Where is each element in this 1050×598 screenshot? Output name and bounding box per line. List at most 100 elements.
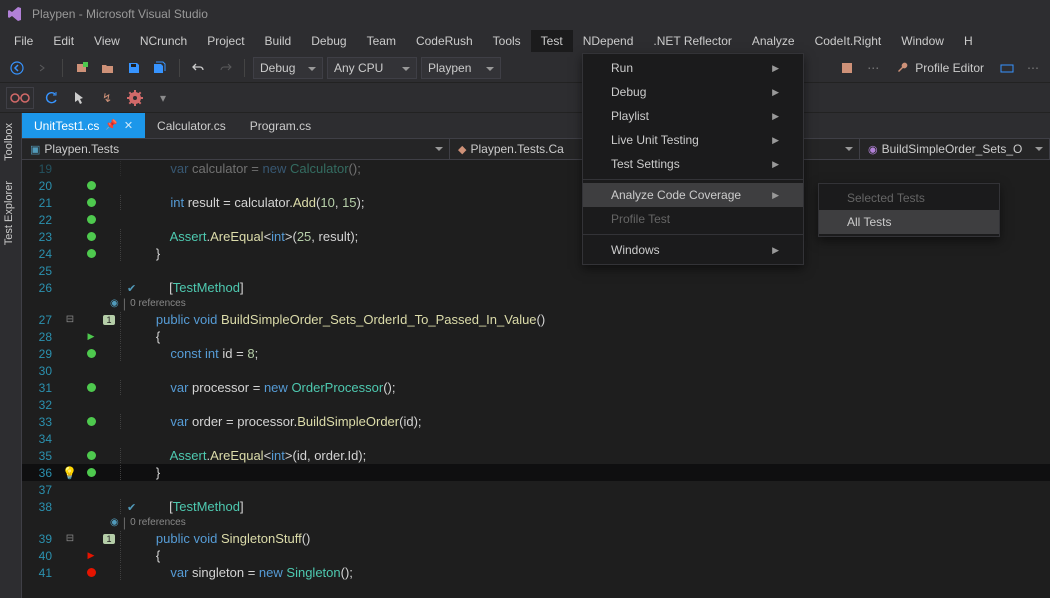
code-text: int result = calculator.Add(10, 15); xyxy=(120,195,365,210)
tab-programcs[interactable]: Program.cs xyxy=(238,113,323,138)
save-button[interactable] xyxy=(123,57,145,79)
tab-label: UnitTest1.cs xyxy=(34,119,99,133)
menu-coderush[interactable]: CodeRush xyxy=(406,30,483,52)
tab-label: Program.cs xyxy=(250,119,311,133)
profile-editor-button[interactable]: Profile Editor xyxy=(888,57,992,79)
test-menu-debug[interactable]: Debug▶ xyxy=(583,80,803,104)
new-project-button[interactable] xyxy=(71,57,93,79)
coverage-dot-green xyxy=(87,451,96,460)
submenu-arrow-icon: ▶ xyxy=(772,135,779,146)
menu-window[interactable]: Window xyxy=(891,30,954,52)
coverage-alltests[interactable]: All Tests xyxy=(819,210,999,234)
save-all-button[interactable] xyxy=(149,57,171,79)
toolbar-extra2-button[interactable]: ⋯ xyxy=(1022,57,1044,79)
class-icon: ◆ xyxy=(458,143,466,156)
undo-button[interactable] xyxy=(188,57,210,79)
code-line[interactable]: 💡36 } xyxy=(22,464,1050,481)
code-line[interactable]: 30 xyxy=(22,362,1050,379)
lightning-button[interactable]: ↯ xyxy=(96,87,118,109)
test-menu-testsettings[interactable]: Test Settings▶ xyxy=(583,152,803,176)
menu-edit[interactable]: Edit xyxy=(43,30,84,52)
close-icon[interactable]: ✕ xyxy=(124,119,133,132)
menu-analyze[interactable]: Analyze xyxy=(742,30,805,52)
tab-unittest1cs[interactable]: UnitTest1.cs 📌 ✕ xyxy=(22,113,145,138)
marker-gutter xyxy=(82,383,100,392)
separator xyxy=(244,59,245,77)
collapse-icon[interactable]: ⊟ xyxy=(66,533,74,544)
toolbar-overflow-button[interactable]: ▾ xyxy=(152,87,174,109)
toolbar-extra-button[interactable] xyxy=(996,57,1018,79)
test-menu-liveunittesting[interactable]: Live Unit Testing▶ xyxy=(583,128,803,152)
test-menu-dropdown: Run▶Debug▶Playlist▶Live Unit Testing▶Tes… xyxy=(582,53,804,265)
fold-gutter[interactable]: ⊟ xyxy=(58,314,82,325)
menu-view[interactable]: View xyxy=(84,30,130,52)
left-sidebar: Toolbox Test Explorer xyxy=(0,113,22,598)
test-menu-windows[interactable]: Windows▶ xyxy=(583,238,803,262)
tab-calculatorcs[interactable]: Calculator.cs xyxy=(145,113,238,138)
overlay-gutter: 1 xyxy=(100,534,118,544)
line-number: 38 xyxy=(22,500,58,514)
test-menu-analyzecodecoverage[interactable]: Analyze Code Coverage▶ xyxy=(583,183,803,207)
code-line[interactable]: 28▶ { xyxy=(22,328,1050,345)
menu-debug[interactable]: Debug xyxy=(301,30,356,52)
line-number: 35 xyxy=(22,449,58,463)
open-file-button[interactable] xyxy=(97,57,119,79)
menu-tools[interactable]: Tools xyxy=(483,30,531,52)
code-line[interactable]: 32 xyxy=(22,396,1050,413)
menu-project[interactable]: Project xyxy=(197,30,254,52)
solution-platform-combo[interactable]: Any CPU xyxy=(327,57,417,79)
code-line[interactable]: 34 xyxy=(22,430,1050,447)
code-line[interactable]: 39⊟1 public void SingletonStuff() xyxy=(22,530,1050,547)
menu-item-label: Run xyxy=(611,61,633,75)
nav-member-combo[interactable]: ◉ BuildSimpleOrder_Sets_O xyxy=(860,139,1050,159)
test-menu-run[interactable]: Run▶ xyxy=(583,56,803,80)
codelens[interactable]: ◉|0 references xyxy=(22,515,1050,530)
menu-team[interactable]: Team xyxy=(357,30,406,52)
menu-ncrunch[interactable]: NCrunch xyxy=(130,30,197,52)
code-line[interactable]: 35 Assert.AreEqual<int>(id, order.Id); xyxy=(22,447,1050,464)
fold-gutter[interactable]: ⊟ xyxy=(58,533,82,544)
code-line[interactable]: 27⊟1 public void BuildSimpleOrder_Sets_O… xyxy=(22,311,1050,328)
refresh-button[interactable] xyxy=(40,87,62,109)
code-line[interactable]: 26✔ [TestMethod] xyxy=(22,279,1050,296)
test-explorer-tab[interactable]: Test Explorer xyxy=(0,171,18,255)
redo-button[interactable] xyxy=(214,57,236,79)
view-toggle-button[interactable] xyxy=(6,87,34,109)
line-number: 27 xyxy=(22,313,58,327)
pin-icon[interactable]: 📌 xyxy=(105,120,117,131)
nav-scope-combo[interactable]: ▣ Playpen.Tests xyxy=(22,139,450,159)
extension-button[interactable] xyxy=(836,57,858,79)
solution-config-combo[interactable]: Debug xyxy=(253,57,323,79)
code-line[interactable]: 33 var order = processor.BuildSimpleOrde… xyxy=(22,413,1050,430)
document-tabs: UnitTest1.cs 📌 ✕ Calculator.cs Program.cs xyxy=(22,113,1050,138)
toolbox-tab[interactable]: Toolbox xyxy=(0,113,18,171)
code-line[interactable]: 40▶ { xyxy=(22,547,1050,564)
nav-back-button[interactable] xyxy=(6,57,28,79)
pointer-button[interactable] xyxy=(68,87,90,109)
menu-ndepend[interactable]: NDepend xyxy=(573,30,644,52)
code-line[interactable]: 25 xyxy=(22,262,1050,279)
code-line[interactable]: 24 } xyxy=(22,245,1050,262)
line-number: 41 xyxy=(22,566,58,580)
test-menu-playlist[interactable]: Playlist▶ xyxy=(583,104,803,128)
menu-test[interactable]: Test xyxy=(531,30,573,52)
lightbulb-icon[interactable]: 💡 xyxy=(62,466,77,480)
collapse-icon[interactable]: ⊟ xyxy=(66,314,74,325)
menu-netreflector[interactable]: .NET Reflector xyxy=(643,30,741,52)
menu-file[interactable]: File xyxy=(4,30,43,52)
menu-build[interactable]: Build xyxy=(255,30,302,52)
code-line[interactable]: 31 var processor = new OrderProcessor(); xyxy=(22,379,1050,396)
overlay-count: 1 xyxy=(103,534,114,544)
menu-h[interactable]: H xyxy=(954,30,983,52)
menu-codeitright[interactable]: CodeIt.Right xyxy=(805,30,892,52)
code-line[interactable]: 37 xyxy=(22,481,1050,498)
codelens[interactable]: ◉|0 references xyxy=(22,296,1050,311)
extension2-button[interactable]: ⋯ xyxy=(862,57,884,79)
code-line[interactable]: 29 const int id = 8; xyxy=(22,345,1050,362)
startup-project-combo[interactable]: Playpen xyxy=(421,57,501,79)
gear-icon[interactable] xyxy=(124,87,146,109)
code-line[interactable]: 19 var calculator = new Calculator(); xyxy=(22,160,1050,177)
code-line[interactable]: 41 var singleton = new Singleton(); xyxy=(22,564,1050,581)
code-line[interactable]: 38✔ [TestMethod] xyxy=(22,498,1050,515)
nav-fwd-button[interactable] xyxy=(32,57,54,79)
